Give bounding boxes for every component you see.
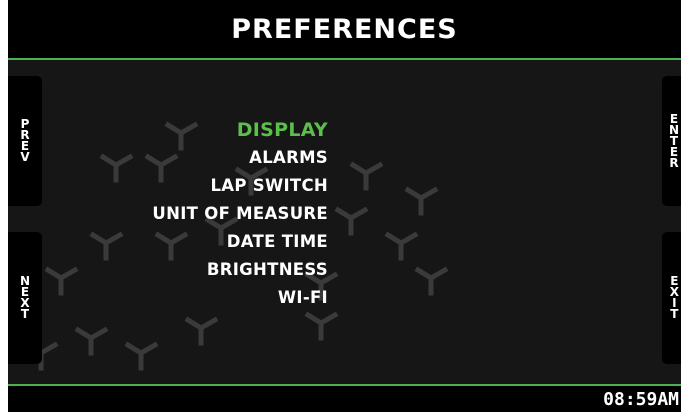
preferences-menu: DISPLAY ALARMS LAP SWITCH UNIT OF MEASUR… xyxy=(152,116,328,312)
menu-item-date-time[interactable]: DATE TIME xyxy=(152,228,328,256)
exit-button[interactable]: E X I T xyxy=(662,232,681,364)
next-button[interactable]: N E X T xyxy=(8,232,42,364)
prev-button[interactable]: P R E V xyxy=(8,76,42,206)
prev-button-label: P R E V xyxy=(20,117,30,164)
enter-button[interactable]: E N T E R xyxy=(662,76,681,206)
menu-item-wi-fi[interactable]: WI-FI xyxy=(152,284,328,312)
hexagon-pattern-background xyxy=(24,121,449,371)
content-area xyxy=(8,60,681,384)
status-bar: 08:59AM xyxy=(8,384,681,412)
menu-item-display[interactable]: DISPLAY xyxy=(152,116,328,144)
exit-button-label: E X I T xyxy=(669,274,679,321)
page-title: PREFERENCES xyxy=(231,13,458,45)
enter-button-label: E N T E R xyxy=(668,111,679,170)
menu-item-alarms[interactable]: ALARMS xyxy=(152,144,328,172)
menu-item-brightness[interactable]: BRIGHTNESS xyxy=(152,256,328,284)
next-button-label: N E X T xyxy=(19,274,31,321)
clock-display: 08:59AM xyxy=(603,389,679,410)
menu-item-lap-switch[interactable]: LAP SWITCH xyxy=(152,172,328,200)
title-bar: PREFERENCES xyxy=(8,0,681,60)
device-screen: PREFERENCES P R E V N E X T E N T E R E … xyxy=(8,0,681,412)
menu-item-unit-of-measure[interactable]: UNIT OF MEASURE xyxy=(152,200,328,228)
